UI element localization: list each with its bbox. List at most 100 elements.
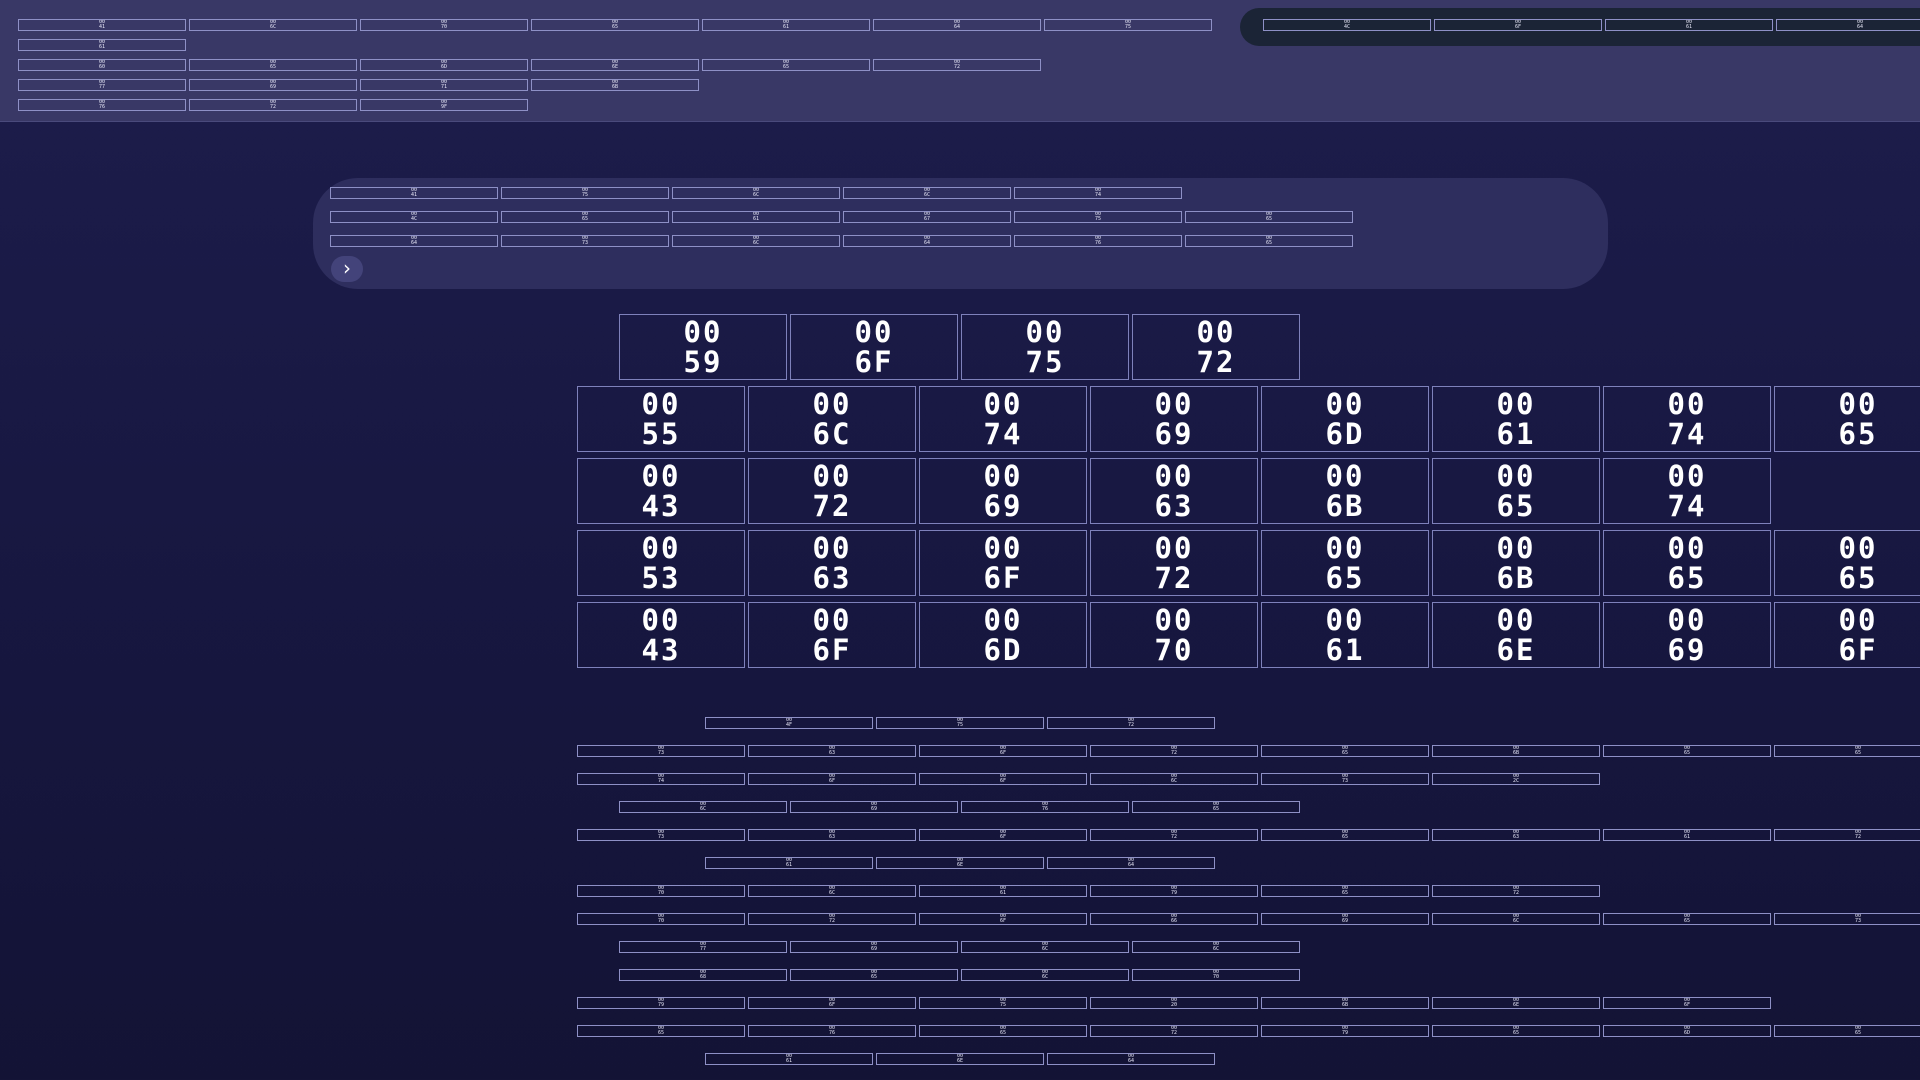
bottom-tile-r1-c0: 00 73: [577, 745, 745, 757]
top-tile-r2-c3: 00 6E: [531, 59, 699, 71]
bottom-tile-r11-c2: 00 65: [919, 1025, 1087, 1037]
large-tile-r0-c0: 00 59: [619, 314, 787, 380]
large-tile-r2-c0: 00 43: [577, 458, 745, 524]
bottom-tile-r11-c0: 00 65: [577, 1025, 745, 1037]
top-tile-r0-c3: 00 65: [531, 19, 699, 31]
bottom-tile-r1-c5: 00 6B: [1432, 745, 1600, 757]
bottom-tile-r3-c2: 00 76: [961, 801, 1129, 813]
bottom-tile-r10-c6: 00 6F: [1603, 997, 1771, 1009]
top-tile-r3-c1: 00 69: [189, 79, 357, 91]
bottom-tile-r6-c5: 00 72: [1432, 885, 1600, 897]
bottom-tile-r7-c2: 00 6F: [919, 913, 1087, 925]
top-tile-r0-c0: 00 41: [18, 19, 186, 31]
large-tile-r4-c7: 00 6F: [1774, 602, 1920, 668]
bottom-tile-r1-c1: 00 63: [748, 745, 916, 757]
bottom-tile-r11-c5: 00 65: [1432, 1025, 1600, 1037]
top-tile-r4-c1: 00 72: [189, 99, 357, 111]
large-tile-r2-c3: 00 63: [1090, 458, 1258, 524]
bottom-tile-r11-c4: 00 79: [1261, 1025, 1429, 1037]
bottom-tile-r6-c3: 00 79: [1090, 885, 1258, 897]
bottom-tile-r5-c2: 00 64: [1047, 857, 1215, 869]
large-tile-r3-c6: 00 65: [1603, 530, 1771, 596]
top-right-tile-r0-c1: 00 6F: [1434, 19, 1602, 31]
bottom-tile-r1-c2: 00 6F: [919, 745, 1087, 757]
bottom-tile-r2-c2: 00 6F: [919, 773, 1087, 785]
bottom-tile-r4-c0: 00 73: [577, 829, 745, 841]
bottom-tile-r1-c3: 00 72: [1090, 745, 1258, 757]
large-tile-r1-c7: 00 65: [1774, 386, 1920, 452]
bottom-tile-r10-c0: 00 79: [577, 997, 745, 1009]
bottom-tile-r11-c3: 00 72: [1090, 1025, 1258, 1037]
bottom-tile-r1-c4: 00 65: [1261, 745, 1429, 757]
bottom-tile-r10-c4: 00 6B: [1261, 997, 1429, 1009]
bottom-tile-r7-c6: 00 65: [1603, 913, 1771, 925]
panel-tile-r0-c2: 00 6C: [672, 187, 840, 199]
large-tile-r1-c0: 00 55: [577, 386, 745, 452]
bottom-tile-r8-c2: 00 6C: [961, 941, 1129, 953]
large-tile-r1-c6: 00 74: [1603, 386, 1771, 452]
bottom-tile-r0-c1: 00 75: [876, 717, 1044, 729]
panel-tile-r2-c3: 00 64: [843, 235, 1011, 247]
large-tile-r3-c7: 00 65: [1774, 530, 1920, 596]
panel-tile-r2-c0: 00 64: [330, 235, 498, 247]
bottom-tile-r10-c5: 00 6E: [1432, 997, 1600, 1009]
large-tile-r3-c2: 00 6F: [919, 530, 1087, 596]
large-tile-r2-c5: 00 65: [1432, 458, 1600, 524]
panel-tile-r0-c4: 00 74: [1014, 187, 1182, 199]
large-tile-r4-c2: 00 6D: [919, 602, 1087, 668]
bottom-tile-r6-c0: 00 70: [577, 885, 745, 897]
panel-tile-r1-c1: 00 65: [501, 211, 669, 223]
panel-tile-r1-c0: 00 4C: [330, 211, 498, 223]
top-tile-r0-c5: 00 64: [873, 19, 1041, 31]
panel-tile-r0-c0: 00 41: [330, 187, 498, 199]
large-tile-r1-c1: 00 6C: [748, 386, 916, 452]
bottom-tile-r12-c1: 00 6E: [876, 1053, 1044, 1065]
panel-tile-r0-c3: 00 6C: [843, 187, 1011, 199]
bottom-tile-r4-c6: 00 61: [1603, 829, 1771, 841]
large-tile-r0-c1: 00 6F: [790, 314, 958, 380]
bottom-tile-r7-c0: 00 70: [577, 913, 745, 925]
panel-tile-r1-c3: 00 67: [843, 211, 1011, 223]
chevron-right-icon[interactable]: ›: [331, 256, 363, 282]
bottom-tile-r4-c4: 00 65: [1261, 829, 1429, 841]
bottom-tile-r4-c5: 00 63: [1432, 829, 1600, 841]
panel-tile-r2-c5: 00 65: [1185, 235, 1353, 247]
bottom-tile-r12-c2: 00 64: [1047, 1053, 1215, 1065]
bottom-tile-r0-c0: 00 4F: [705, 717, 873, 729]
large-tile-r4-c3: 00 70: [1090, 602, 1258, 668]
bottom-tile-r10-c1: 00 6F: [748, 997, 916, 1009]
bottom-tile-r10-c2: 00 75: [919, 997, 1087, 1009]
bottom-tile-r7-c7: 00 73: [1774, 913, 1920, 925]
large-tile-r4-c1: 00 6F: [748, 602, 916, 668]
panel-tile-r1-c2: 00 61: [672, 211, 840, 223]
top-right-tile-r0-c0: 00 4C: [1263, 19, 1431, 31]
bottom-tile-r1-c6: 00 65: [1603, 745, 1771, 757]
bottom-tile-r8-c3: 00 6C: [1132, 941, 1300, 953]
large-tile-r2-c2: 00 69: [919, 458, 1087, 524]
large-tile-r2-c6: 00 74: [1603, 458, 1771, 524]
bottom-tile-r0-c2: 00 72: [1047, 717, 1215, 729]
bottom-tile-r9-c0: 00 68: [619, 969, 787, 981]
bottom-tile-r3-c0: 00 6C: [619, 801, 787, 813]
bottom-tile-r4-c3: 00 72: [1090, 829, 1258, 841]
bottom-tile-r2-c4: 00 73: [1261, 773, 1429, 785]
large-tile-r0-c3: 00 72: [1132, 314, 1300, 380]
large-tile-r4-c4: 00 61: [1261, 602, 1429, 668]
bottom-tile-r7-c1: 00 72: [748, 913, 916, 925]
bottom-tile-r6-c2: 00 61: [919, 885, 1087, 897]
panel-tile-r2-c1: 00 73: [501, 235, 669, 247]
top-tile-r3-c2: 00 71: [360, 79, 528, 91]
top-tile-r1-c0: 00 61: [18, 39, 186, 51]
bottom-tile-r2-c0: 00 74: [577, 773, 745, 785]
top-right-tile-r0-c3: 00 64: [1776, 19, 1920, 31]
large-tile-r2-c4: 00 6B: [1261, 458, 1429, 524]
large-tile-r0-c2: 00 75: [961, 314, 1129, 380]
bottom-tile-r9-c2: 00 6C: [961, 969, 1129, 981]
top-tile-r0-c4: 00 61: [702, 19, 870, 31]
bottom-tile-r11-c1: 00 76: [748, 1025, 916, 1037]
bottom-tile-r8-c1: 00 69: [790, 941, 958, 953]
bottom-tile-r7-c3: 00 66: [1090, 913, 1258, 925]
bottom-tile-r8-c0: 00 77: [619, 941, 787, 953]
large-tile-r1-c3: 00 69: [1090, 386, 1258, 452]
top-tile-r2-c1: 00 65: [189, 59, 357, 71]
